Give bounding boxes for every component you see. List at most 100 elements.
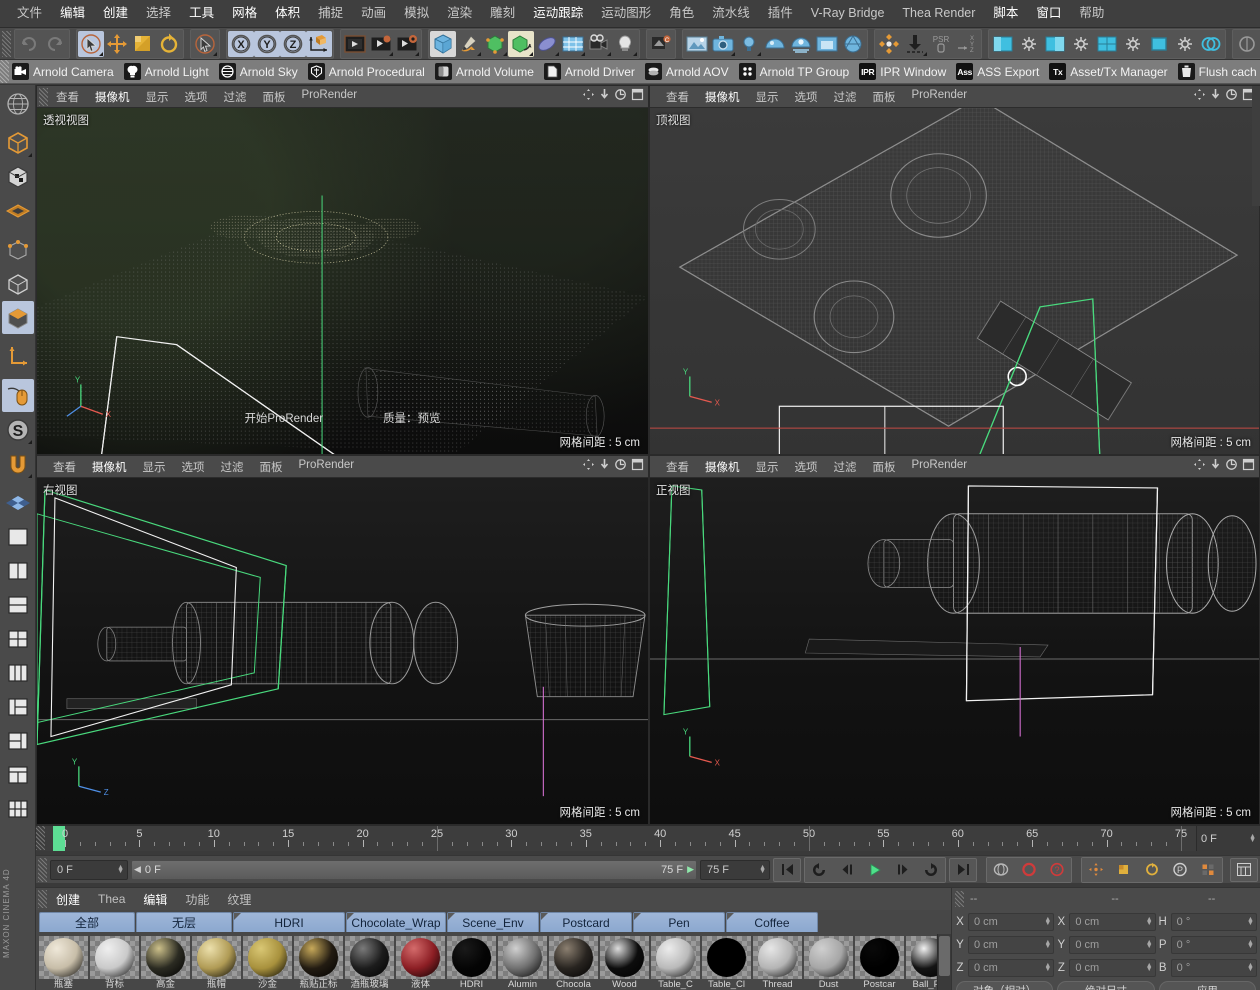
prorender-start-button[interactable]: C: [648, 31, 674, 57]
pan-icon[interactable]: [1193, 458, 1206, 476]
maximize-viewport-icon[interactable]: [631, 458, 644, 476]
material-cell-0[interactable]: 瓶塞: [39, 936, 88, 990]
material-tab-2[interactable]: HDRI: [233, 912, 345, 932]
viewport-grip[interactable]: [39, 88, 48, 106]
scale-tool[interactable]: [130, 31, 156, 57]
viewport-0-menu-0[interactable]: 查看: [48, 89, 87, 105]
menu-item-0[interactable]: 文件: [8, 3, 51, 24]
viewport-2-menu-1[interactable]: 摄像机: [84, 459, 135, 475]
scale-snap-tool[interactable]: S: [2, 413, 34, 446]
prorender-quality-label[interactable]: 质量：预览: [383, 410, 441, 426]
menu-item-4[interactable]: 工具: [180, 3, 223, 24]
rotation-input-2[interactable]: 0 °▲▼: [1171, 959, 1257, 977]
material-cell-9[interactable]: Alumin: [498, 936, 547, 990]
preview-range-bar[interactable]: ◀ 0 F 75 F ▶: [131, 860, 697, 880]
prorender-start-label[interactable]: 开始ProRender: [244, 410, 323, 426]
layout-preset-5[interactable]: [2, 656, 34, 689]
material-swatch-7[interactable]: [396, 936, 445, 979]
next-key-button[interactable]: [917, 858, 945, 882]
play-button[interactable]: [861, 858, 889, 882]
position-spinner-0[interactable]: ▲▼: [1044, 918, 1051, 926]
size-spinner-0[interactable]: ▲▼: [1146, 918, 1153, 926]
end-frame-field[interactable]: 75 F ▲▼: [700, 860, 770, 880]
material-swatch-10[interactable]: [549, 936, 598, 979]
selection-tool-alt[interactable]: [192, 31, 218, 57]
light-view-button[interactable]: [736, 31, 762, 57]
material-cell-7[interactable]: 液体: [396, 936, 445, 990]
orbit-icon[interactable]: [1225, 458, 1238, 476]
light-button[interactable]: [612, 31, 638, 57]
viewport-3-menu-4[interactable]: 过滤: [826, 459, 865, 475]
material-cell-5[interactable]: 瓶贴正标: [294, 936, 343, 990]
material-swatch-1[interactable]: [90, 936, 139, 979]
rotate-tool[interactable]: [156, 31, 182, 57]
size-spinner-1[interactable]: ▲▼: [1146, 941, 1153, 949]
spline-pen-button[interactable]: [456, 31, 482, 57]
coord-mode-button[interactable]: 绝对尺寸: [1057, 981, 1154, 990]
arnold-shelf-item-6[interactable]: Arnold AOV: [642, 61, 736, 83]
menu-item-14[interactable]: 角色: [660, 3, 703, 24]
layout-preset-8[interactable]: [2, 758, 34, 791]
coordinates-grip[interactable]: [955, 891, 964, 907]
rotation-spinner-0[interactable]: ▲▼: [1247, 918, 1254, 926]
workplane-tool[interactable]: [2, 486, 34, 519]
picture-viewer-button[interactable]: [684, 31, 710, 57]
menu-item-2[interactable]: 创建: [94, 3, 137, 24]
material-menu-1[interactable]: Thea: [89, 892, 134, 906]
position-input-1[interactable]: 0 cm▲▼: [968, 936, 1054, 954]
perspective-viewport[interactable]: 查看摄像机显示选项过滤面板ProRender: [36, 85, 649, 455]
material-menu-4[interactable]: 纹理: [218, 891, 260, 908]
keyframe-position-button[interactable]: [1082, 858, 1110, 882]
menu-item-19[interactable]: 脚本: [984, 3, 1027, 24]
viewport-mouse-tool[interactable]: [2, 379, 34, 412]
arnold-shelf-item-9[interactable]: AssASS Export: [953, 61, 1046, 83]
material-tab-7[interactable]: Coffee: [726, 912, 818, 932]
size-input-0[interactable]: 0 cm▲▼: [1069, 913, 1155, 931]
psr-button[interactable]: PSR: [928, 31, 954, 57]
viewport-0-menu-2[interactable]: 显示: [138, 89, 177, 105]
go-to-start-button[interactable]: [773, 858, 801, 882]
material-menu-0[interactable]: 创建: [47, 891, 89, 908]
dolly-icon[interactable]: [599, 458, 610, 476]
keyframe-pla-button[interactable]: [1194, 858, 1222, 882]
camera-button[interactable]: [586, 31, 612, 57]
go-to-end-button[interactable]: [949, 858, 977, 882]
dolly-icon[interactable]: [1210, 458, 1221, 476]
pan-icon[interactable]: [582, 88, 595, 106]
layout-preset-4[interactable]: [2, 622, 34, 655]
move-tool[interactable]: [104, 31, 130, 57]
layout-preset-7[interactable]: [2, 724, 34, 757]
material-cell-14[interactable]: Thread: [753, 936, 802, 990]
pan-icon[interactable]: [582, 458, 595, 476]
arnold-shelf-item-4[interactable]: Arnold Volume: [432, 61, 541, 83]
top-viewport-canvas[interactable]: Y X 顶视图 网格间距 : 5 cm: [650, 108, 1259, 454]
viewport-3-menu-2[interactable]: 显示: [748, 459, 787, 475]
material-tab-6[interactable]: Pen: [633, 912, 725, 932]
layout-four-config-button[interactable]: [1172, 31, 1198, 57]
camera-view-button[interactable]: [710, 31, 736, 57]
material-cell-13[interactable]: Table_Cl: [702, 936, 751, 990]
toolbar-grip[interactable]: [2, 31, 11, 57]
timeline-button[interactable]: [1230, 858, 1258, 882]
position-spinner-2[interactable]: ▲▼: [1044, 964, 1051, 972]
menu-item-3[interactable]: 选择: [137, 3, 180, 24]
autokey-button[interactable]: ?: [1043, 858, 1071, 882]
arnold-shelf-item-10[interactable]: TxAsset/Tx Manager: [1046, 61, 1174, 83]
material-swatch-12[interactable]: [651, 936, 700, 979]
menu-item-6[interactable]: 体积: [266, 3, 309, 24]
render-settings-button[interactable]: [394, 31, 420, 57]
viewport-2-menu-2[interactable]: 显示: [135, 459, 174, 475]
menu-item-20[interactable]: 窗口: [1027, 3, 1070, 24]
world-object-coordinate-button[interactable]: [306, 31, 332, 57]
viewport-3-menu-3[interactable]: 选项: [787, 459, 826, 475]
menu-item-21[interactable]: 帮助: [1070, 3, 1113, 24]
material-tab-0[interactable]: 全部: [39, 912, 135, 932]
menu-item-18[interactable]: Thea Render: [893, 3, 984, 24]
material-cell-6[interactable]: 酒瓶玻璃: [345, 936, 394, 990]
material-cell-2[interactable]: 高金: [141, 936, 190, 990]
layout-three-config-button[interactable]: [1120, 31, 1146, 57]
layout-preset-6[interactable]: [2, 690, 34, 723]
menu-item-12[interactable]: 运动跟踪: [524, 3, 592, 24]
material-tab-4[interactable]: Scene_Env: [447, 912, 539, 932]
apply-button[interactable]: 应用: [1159, 981, 1256, 990]
